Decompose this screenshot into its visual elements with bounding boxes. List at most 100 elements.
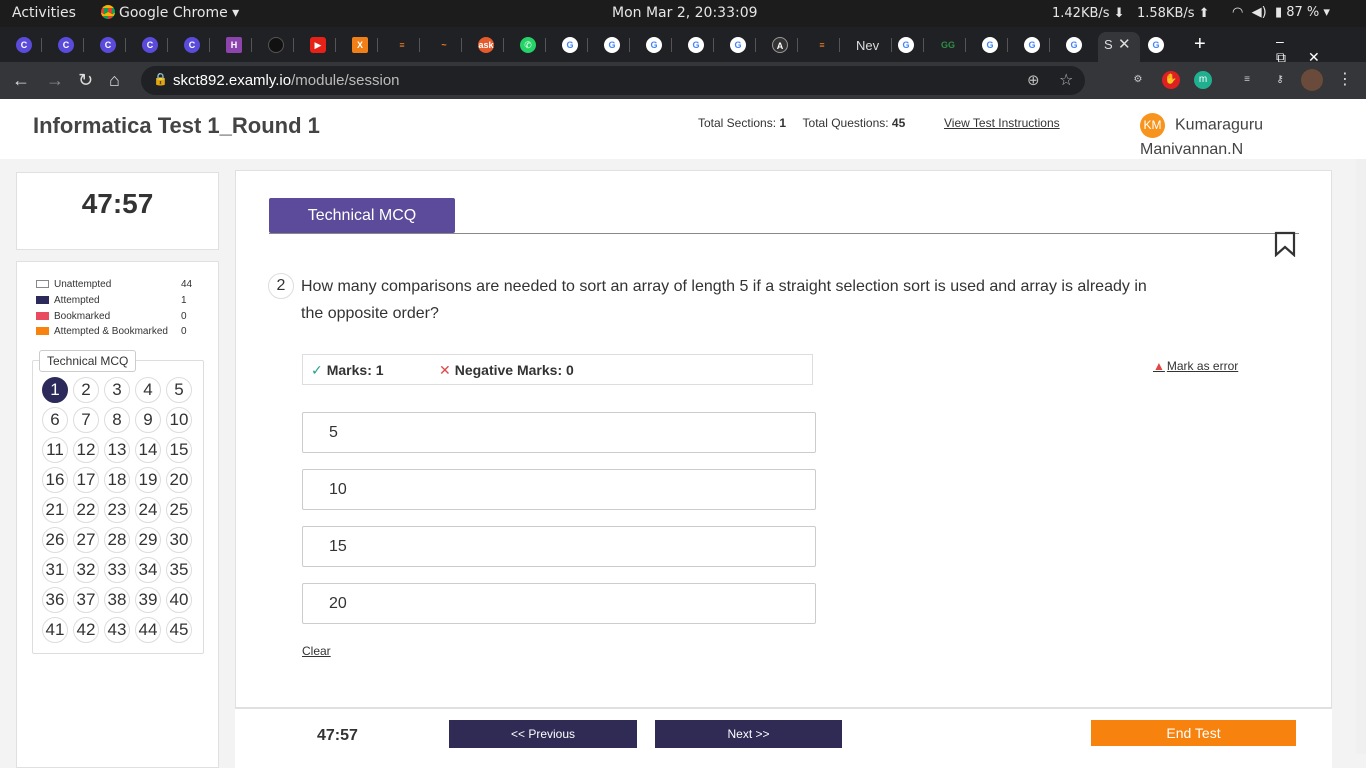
scrollbar[interactable] — [1356, 159, 1366, 754]
question-number-button[interactable]: 42 — [73, 617, 99, 643]
question-number-button[interactable]: 10 — [166, 407, 192, 433]
option-4[interactable]: 20 — [302, 583, 816, 624]
minimize-icon[interactable]: – — [1276, 33, 1306, 49]
mark-as-error-link[interactable]: ▲ Mark as error — [1153, 359, 1238, 373]
clock[interactable]: Mon Mar 2, 20:33:09 — [612, 5, 758, 21]
profile-avatar[interactable] — [1301, 69, 1323, 91]
question-number-button[interactable]: 4 — [135, 377, 161, 403]
question-number-button[interactable]: 14 — [135, 437, 161, 463]
question-number-button[interactable]: 21 — [42, 497, 68, 523]
question-number-button[interactable]: 13 — [104, 437, 130, 463]
question-number-button[interactable]: 37 — [73, 587, 99, 613]
section-label[interactable]: Technical MCQ — [39, 350, 137, 372]
tab[interactable]: C — [92, 34, 126, 56]
tab[interactable]: G — [554, 34, 588, 56]
question-number-button[interactable]: 30 — [166, 527, 192, 553]
question-number-button[interactable]: 19 — [135, 467, 161, 493]
question-number-button[interactable]: 23 — [104, 497, 130, 523]
key-icon[interactable]: ⚷ — [1271, 71, 1289, 89]
question-number-button[interactable]: 43 — [104, 617, 130, 643]
option-3[interactable]: 15 — [302, 526, 816, 567]
question-number-button[interactable]: 12 — [73, 437, 99, 463]
question-number-button[interactable]: 27 — [73, 527, 99, 553]
tab[interactable]: G — [1058, 34, 1092, 56]
tab-new[interactable]: Nev — [848, 34, 892, 56]
question-number-button[interactable]: 34 — [135, 557, 161, 583]
question-number-button[interactable]: 35 — [166, 557, 192, 583]
tab[interactable]: G — [596, 34, 630, 56]
clear-link[interactable]: Clear — [302, 644, 331, 658]
question-number-button[interactable]: 3 — [104, 377, 130, 403]
question-number-button[interactable]: 24 — [135, 497, 161, 523]
tab[interactable]: ≡ — [806, 34, 840, 56]
question-number-button[interactable]: 25 — [166, 497, 192, 523]
question-number-button[interactable]: 22 — [73, 497, 99, 523]
bookmark-icon[interactable] — [1274, 231, 1296, 257]
question-number-button[interactable]: 33 — [104, 557, 130, 583]
question-number-button[interactable]: 8 — [104, 407, 130, 433]
question-number-button[interactable]: 15 — [166, 437, 192, 463]
tab-active[interactable]: S ✕ — [1098, 32, 1140, 62]
tab[interactable]: H — [218, 34, 252, 56]
tab[interactable]: C — [134, 34, 168, 56]
question-number-button[interactable]: 16 — [42, 467, 68, 493]
app-menu[interactable]: Google Chrome ▾ — [101, 5, 239, 21]
tab[interactable]: ▶ — [302, 34, 336, 56]
tab[interactable]: G — [974, 34, 1008, 56]
reload-icon[interactable]: ↻ — [78, 70, 93, 91]
tab[interactable]: G — [638, 34, 672, 56]
next-button[interactable]: Next >> — [655, 720, 842, 748]
question-number-button[interactable]: 29 — [135, 527, 161, 553]
back-icon[interactable]: ← — [12, 70, 30, 91]
menu-icon[interactable]: ⋮ — [1336, 71, 1354, 89]
question-number-button[interactable]: 44 — [135, 617, 161, 643]
extension-icon[interactable]: ⚙ — [1129, 71, 1147, 89]
tab[interactable]: ~ — [428, 34, 462, 56]
tab[interactable]: C — [176, 34, 210, 56]
question-number-button[interactable]: 36 — [42, 587, 68, 613]
question-number-button[interactable]: 18 — [104, 467, 130, 493]
tab[interactable]: C — [50, 34, 84, 56]
media-icon[interactable]: ≡ — [1238, 71, 1256, 89]
view-instructions-link[interactable]: View Test Instructions — [944, 116, 1060, 130]
option-1[interactable]: 5 — [302, 412, 816, 453]
question-number-button[interactable]: 7 — [73, 407, 99, 433]
new-tab-button[interactable]: + — [1194, 33, 1206, 56]
forward-icon[interactable]: → — [46, 70, 64, 91]
question-number-button[interactable]: 45 — [166, 617, 192, 643]
system-tray[interactable]: ◠ ◀) ▮ 87 % ▾ — [1232, 5, 1330, 20]
tab[interactable]: X — [344, 34, 378, 56]
tab[interactable]: C — [8, 34, 42, 56]
question-number-button[interactable]: 26 — [42, 527, 68, 553]
tab[interactable]: G — [722, 34, 756, 56]
meet-icon[interactable]: m — [1194, 71, 1212, 89]
question-number-button[interactable]: 17 — [73, 467, 99, 493]
adblock-icon[interactable]: ✋ — [1162, 71, 1180, 89]
add-icon[interactable]: ⊕ — [1027, 71, 1040, 89]
tab[interactable]: ≡ — [386, 34, 420, 56]
question-number-button[interactable]: 38 — [104, 587, 130, 613]
question-number-button[interactable]: 9 — [135, 407, 161, 433]
user-info[interactable]: KM Kumaraguru Manivannan.N — [1140, 113, 1340, 161]
question-number-button[interactable]: 28 — [104, 527, 130, 553]
tab[interactable]: G — [1140, 34, 1174, 56]
question-number-button[interactable]: 20 — [166, 467, 192, 493]
close-tab-icon[interactable]: ✕ — [1118, 35, 1131, 53]
section-tab[interactable]: Technical MCQ — [269, 198, 455, 233]
star-icon[interactable]: ☆ — [1059, 70, 1073, 90]
tab[interactable]: ✆ — [512, 34, 546, 56]
question-number-button[interactable]: 32 — [73, 557, 99, 583]
question-number-button[interactable]: 5 — [166, 377, 192, 403]
question-number-button[interactable]: 39 — [135, 587, 161, 613]
question-number-button[interactable]: 6 — [42, 407, 68, 433]
tab[interactable] — [260, 34, 294, 56]
previous-button[interactable]: << Previous — [449, 720, 637, 748]
end-test-button[interactable]: End Test — [1091, 720, 1296, 746]
tab[interactable]: ask — [470, 34, 504, 56]
question-number-button[interactable]: 2 — [73, 377, 99, 403]
question-number-button[interactable]: 11 — [42, 437, 68, 463]
tab[interactable]: G — [890, 34, 924, 56]
activities-button[interactable]: Activities — [12, 5, 76, 21]
tab[interactable]: A — [764, 34, 798, 56]
question-number-button[interactable]: 40 — [166, 587, 192, 613]
